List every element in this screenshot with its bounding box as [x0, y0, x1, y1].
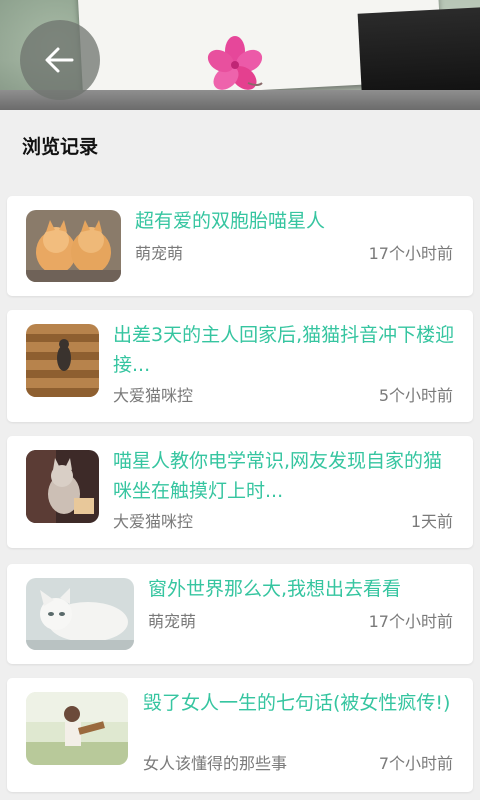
history-source: 大爱猫咪控 [113, 512, 194, 531]
flower-image [207, 36, 263, 90]
history-source: 女人该懂得的那些事 [143, 754, 288, 773]
history-time: 7个小时前 [378, 754, 453, 773]
history-thumbnail [26, 450, 99, 523]
history-source: 萌宠萌 [135, 244, 184, 263]
history-time: 5个小时前 [378, 386, 453, 405]
history-source: 大爱猫咪控 [113, 386, 194, 405]
history-thumbnail [26, 324, 99, 397]
history-item[interactable]: 窗外世界那么大,我想出去看看 萌宠萌 17个小时前 [7, 564, 473, 664]
history-item[interactable]: 喵星人教你电学常识,网友发现自家的猫咪坐在触摸灯上时... 大爱猫咪控 1天前 [7, 436, 473, 548]
history-item[interactable]: 出差3天的主人回家后,猫猫抖音冲下楼迎接... 大爱猫咪控 5个小时前 [7, 310, 473, 422]
history-time: 17个小时前 [368, 244, 453, 263]
history-source: 萌宠萌 [148, 612, 197, 631]
history-title[interactable]: 毁了女人一生的七句话(被女性疯传!) [143, 688, 463, 718]
history-title[interactable]: 出差3天的主人回家后,猫猫抖音冲下楼迎接... [113, 320, 458, 380]
history-title[interactable]: 窗外世界那么大,我想出去看看 [148, 574, 458, 604]
history-time: 1天前 [410, 512, 453, 531]
back-button[interactable] [20, 20, 100, 100]
history-thumbnail [26, 210, 121, 282]
history-item[interactable]: 毁了女人一生的七句话(被女性疯传!) 女人该懂得的那些事 7个小时前 [7, 678, 473, 792]
history-time: 17个小时前 [368, 612, 453, 631]
history-item[interactable]: 超有爱的双胞胎喵星人 萌宠萌 17个小时前 [7, 196, 473, 296]
page-title: 浏览记录 [22, 136, 99, 158]
history-thumbnail [26, 578, 134, 650]
history-title[interactable]: 喵星人教你电学常识,网友发现自家的猫咪坐在触摸灯上时... [113, 446, 458, 506]
history-title[interactable]: 超有爱的双胞胎喵星人 [135, 206, 455, 236]
header-banner [0, 0, 480, 110]
history-thumbnail [26, 692, 128, 765]
arrow-left-icon [45, 47, 74, 73]
